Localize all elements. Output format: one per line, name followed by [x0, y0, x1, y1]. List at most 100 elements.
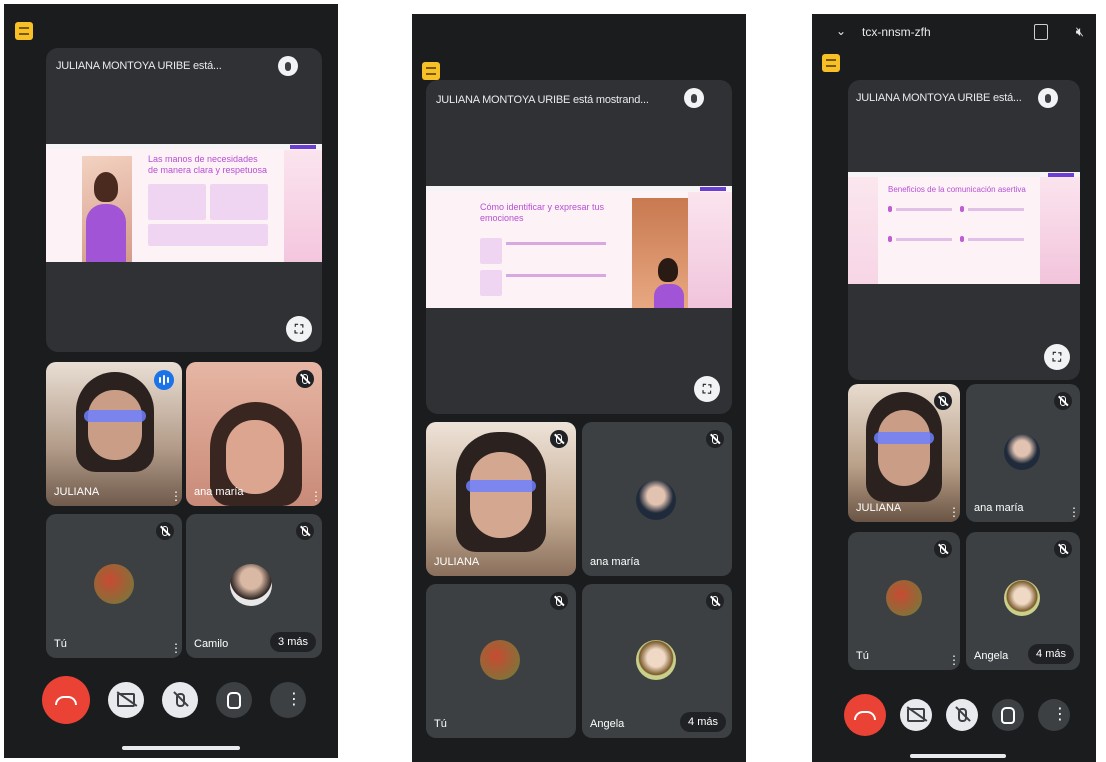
more-options-button[interactable]: ⋮ [1038, 699, 1070, 731]
more-vert-icon[interactable]: ⋮ [948, 654, 960, 666]
participant-tile-angela[interactable]: Angela 4 más [582, 584, 732, 738]
participant-name: Tú [856, 650, 869, 662]
mic-off-icon [296, 370, 314, 388]
end-call-icon [854, 710, 876, 720]
avatar [886, 580, 922, 616]
end-call-icon [55, 695, 77, 705]
meeting-code[interactable]: tcx-nnsm-zfh [862, 25, 931, 39]
presenting-title: JULIANA MONTOYA URIBE está... [56, 60, 222, 72]
avatar [94, 564, 134, 604]
raise-hand-button[interactable] [992, 699, 1024, 731]
more-participants-badge[interactable]: 4 más [680, 712, 726, 732]
more-vert-icon[interactable]: ⋮ [1068, 506, 1080, 518]
avatar [636, 640, 676, 680]
participant-name: Tú [54, 638, 67, 650]
presentation-tile[interactable]: JULIANA MONTOYA URIBE está mostrand... C… [426, 80, 732, 414]
participant-tile-camilo[interactable]: Camilo 3 más [186, 514, 322, 658]
mic-off-icon [934, 392, 952, 410]
slide-title: Las manos de necesidades de manera clara… [148, 154, 268, 175]
mic-off-icon [957, 708, 967, 722]
presenting-title: JULIANA MONTOYA URIBE está mostrand... [436, 94, 649, 106]
mic-off-icon [1054, 392, 1072, 410]
phone-screen-1: JULIANA MONTOYA URIBE está... Las manos … [4, 4, 338, 758]
shared-slide: Beneficios de la comunicación asertiva [848, 172, 1080, 284]
mic-off-icon [175, 693, 185, 707]
fullscreen-button[interactable]: ⛶ [1044, 344, 1070, 370]
shared-slide: Las manos de necesidades de manera clara… [46, 144, 322, 262]
speaking-icon [154, 370, 174, 390]
mic-off-icon [934, 540, 952, 558]
phone-screen-2: JULIANA MONTOYA URIBE está mostrand... C… [412, 14, 746, 762]
hand-icon [227, 691, 241, 709]
camera-off-icon [117, 693, 135, 707]
camera-off-icon [907, 708, 925, 722]
participant-tile-angela[interactable]: Angela 4 más [966, 532, 1080, 670]
raise-hand-button[interactable] [216, 682, 252, 718]
end-call-button[interactable] [42, 676, 90, 724]
slide-title: Cómo identificar y expresar tus emocione… [480, 202, 605, 223]
volume-off-icon[interactable]: 🔇︎ [1076, 24, 1084, 40]
mic-off-icon [706, 430, 724, 448]
participant-name: ana maría [194, 486, 244, 498]
end-call-button[interactable] [844, 694, 886, 736]
participant-name: Angela [590, 718, 625, 730]
home-indicator[interactable] [910, 754, 1006, 758]
rotate-icon[interactable] [1034, 24, 1048, 40]
participant-tile-you[interactable]: Tú ⋮ [46, 514, 182, 658]
participant-tile-juliana[interactable]: JULIANA ⋮ [46, 362, 182, 506]
mic-off-icon [706, 592, 724, 610]
mic-off-icon [156, 522, 174, 540]
mic-off-icon [296, 522, 314, 540]
avatar [1004, 434, 1040, 470]
participant-name: JULIANA [434, 556, 480, 568]
mic-icon [684, 88, 704, 108]
participant-name: JULIANA [856, 502, 902, 514]
more-vert-icon[interactable]: ⋮ [170, 642, 182, 654]
participant-name: ana maría [974, 502, 1024, 514]
phone-screen-3: ⌄ tcx-nnsm-zfh 🔇︎ JULIANA MONTOYA URIBE … [812, 14, 1096, 762]
home-indicator[interactable] [122, 746, 240, 750]
participant-name: JULIANA [54, 486, 100, 498]
participant-tile-ana[interactable]: ana maría ⋮ [966, 384, 1080, 522]
more-vert-icon: ⋮ [286, 691, 302, 708]
avatar [480, 640, 520, 680]
participant-tile-ana[interactable]: ana maría [582, 422, 732, 576]
chevron-down-icon[interactable]: ⌄ [836, 24, 846, 38]
fullscreen-button[interactable]: ⛶ [694, 376, 720, 402]
more-participants-badge[interactable]: 4 más [1028, 644, 1074, 664]
mic-toggle-button[interactable] [162, 682, 198, 718]
participant-tile-you[interactable]: Tú [426, 584, 576, 738]
avatar [1004, 580, 1040, 616]
top-bar: ⌄ tcx-nnsm-zfh 🔇︎ [812, 14, 1096, 50]
camera-toggle-button[interactable] [900, 699, 932, 731]
more-participants-badge[interactable]: 3 más [270, 632, 316, 652]
mic-off-icon [550, 592, 568, 610]
participant-name: ana maría [590, 556, 640, 568]
more-vert-icon[interactable]: ⋮ [310, 490, 322, 502]
sheet-icon[interactable] [422, 62, 440, 80]
presentation-tile[interactable]: JULIANA MONTOYA URIBE está... Beneficios… [848, 80, 1080, 380]
sheet-icon[interactable] [822, 54, 840, 72]
participant-tile-juliana[interactable]: JULIANA [426, 422, 576, 576]
participant-tile-ana[interactable]: ana maría ⋮ [186, 362, 322, 506]
fullscreen-button[interactable]: ⛶ [286, 316, 312, 342]
call-controls: ⋮ [42, 676, 306, 724]
more-vert-icon[interactable]: ⋮ [948, 506, 960, 518]
participant-name: Angela [974, 650, 1009, 662]
mic-off-icon [550, 430, 568, 448]
participant-name: Camilo [194, 638, 229, 650]
mic-toggle-button[interactable] [946, 699, 978, 731]
mic-off-icon [1054, 540, 1072, 558]
avatar [636, 480, 676, 520]
participant-tile-juliana[interactable]: JULIANA ⋮ [848, 384, 960, 522]
more-vert-icon[interactable]: ⋮ [170, 490, 182, 502]
participant-tile-you[interactable]: Tú ⋮ [848, 532, 960, 670]
participant-name: Tú [434, 718, 447, 730]
more-options-button[interactable]: ⋮ [270, 682, 306, 718]
presenting-title: JULIANA MONTOYA URIBE está... [856, 92, 1022, 104]
sheet-icon[interactable] [15, 22, 33, 40]
avatar [230, 564, 272, 606]
camera-toggle-button[interactable] [108, 682, 144, 718]
presentation-tile[interactable]: JULIANA MONTOYA URIBE está... Las manos … [46, 48, 322, 352]
call-controls: ⋮ [844, 694, 1070, 736]
